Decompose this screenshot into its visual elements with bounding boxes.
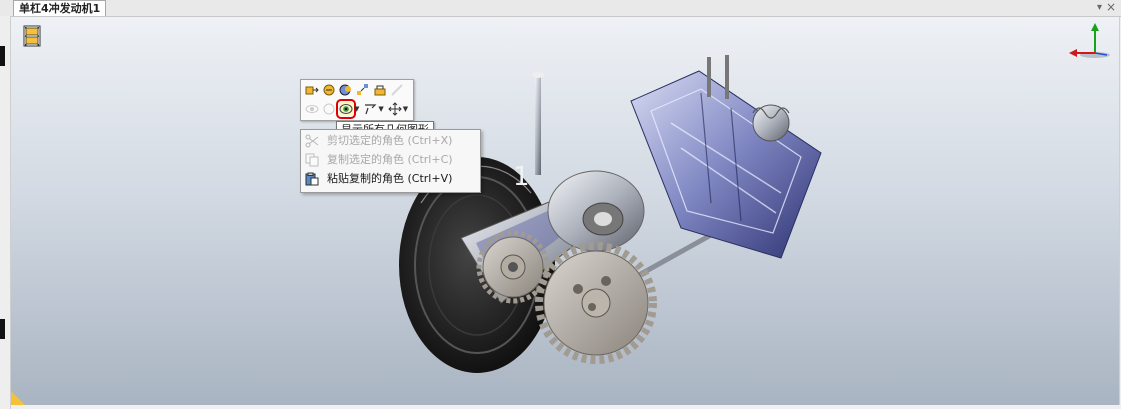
move-icon[interactable] — [388, 102, 402, 116]
explode-icon[interactable] — [356, 83, 370, 97]
insert-actor-icon[interactable] — [305, 83, 319, 97]
document-tab-label: 单杠4冲发动机1 — [19, 2, 101, 15]
engine-3d-model[interactable]: 1 — [381, 53, 841, 403]
splitter-handle-bottom[interactable] — [0, 319, 5, 339]
color-icon[interactable] — [339, 83, 353, 97]
pen-icon — [390, 83, 404, 97]
move-dropdown-icon[interactable]: ▼ — [403, 105, 408, 113]
menu-item-label: 粘贴复制的角色 (Ctrl+V) — [327, 172, 453, 185]
menu-item-label: 复制选定的角色 (Ctrl+C) — [327, 153, 453, 166]
scissors-icon — [305, 134, 319, 148]
splitter-handle-top[interactable] — [0, 46, 5, 66]
camera-icon[interactable] — [363, 102, 377, 116]
menu-item-paste[interactable]: 粘贴复制的角色 (Ctrl+V) — [301, 170, 480, 188]
copy-icon — [305, 153, 319, 167]
hide-icon — [305, 102, 319, 116]
document-tab-bar: 单杠4冲发动机1 ▾ × — [0, 0, 1121, 17]
paste-icon — [305, 172, 319, 186]
menu-item-copy[interactable]: 复制选定的角色 (Ctrl+C) — [301, 151, 480, 169]
left-splitter[interactable] — [0, 16, 11, 409]
menu-item-label: 剪切选定的角色 (Ctrl+X) — [327, 134, 453, 147]
scene-marker-label: 1 — [513, 162, 530, 192]
camera-dropdown-icon[interactable]: ▼ — [378, 105, 383, 113]
tab-close-icon[interactable]: × — [1106, 0, 1116, 15]
show-geometry-dropdown-icon[interactable]: ▼ — [354, 105, 359, 113]
3d-viewport[interactable]: 1 ▼ ▼ ▼ 剪切选定的角色 (Ctrl+X) 复制选定的角色 (Ctrl+C… — [11, 17, 1120, 405]
actor-transform-icon[interactable] — [322, 83, 336, 97]
ghost-icon — [322, 102, 336, 116]
corner-resize-icon[interactable] — [11, 391, 25, 405]
show-all-geometry-icon[interactable] — [336, 99, 356, 119]
tab-dropdown-icon[interactable]: ▾ — [1097, 0, 1102, 15]
film-strip-icon[interactable] — [23, 25, 41, 47]
pose-icon[interactable] — [373, 83, 387, 97]
axis-triad-icon[interactable] — [1067, 21, 1113, 61]
document-tab[interactable]: 单杠4冲发动机1 — [13, 0, 107, 16]
actor-context-menu: 剪切选定的角色 (Ctrl+X) 复制选定的角色 (Ctrl+C) 粘贴复制的角… — [300, 129, 481, 193]
menu-item-cut[interactable]: 剪切选定的角色 (Ctrl+X) — [301, 132, 480, 150]
actor-mini-toolbar: ▼ ▼ ▼ — [300, 79, 414, 121]
